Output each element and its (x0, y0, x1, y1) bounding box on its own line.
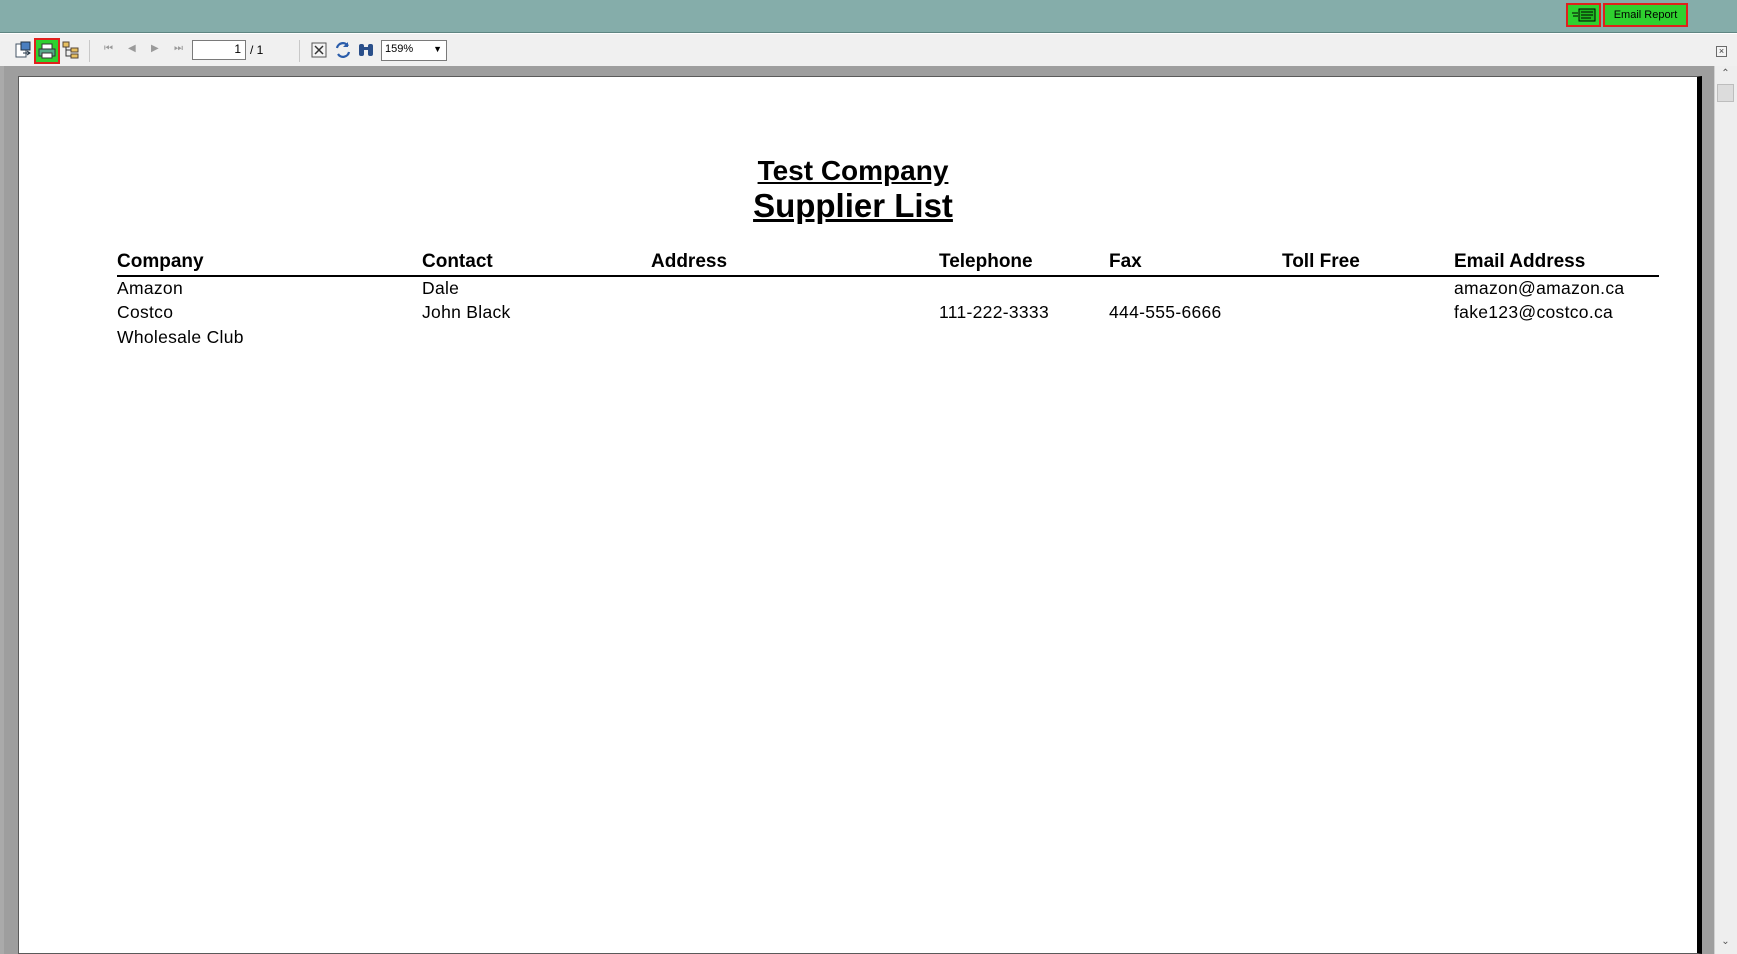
close-view-icon[interactable] (309, 40, 329, 60)
cell-fax: 444-555-6666 (1109, 302, 1222, 322)
column-header-email: Email Address (1454, 251, 1586, 272)
vertical-scrollbar[interactable]: ⌃ ⌄ (1714, 66, 1737, 954)
print-icon[interactable] (34, 38, 60, 64)
search-text-icon[interactable] (356, 40, 376, 60)
cell-contact: John Black (422, 302, 511, 322)
column-header-company: Company (117, 251, 204, 272)
cell-email: amazon@amazon.ca (1454, 278, 1625, 298)
toolbar-separator (299, 40, 300, 62)
previous-page-icon[interactable]: ◀ (128, 43, 136, 54)
email-report-button[interactable]: Email Report (1603, 3, 1688, 27)
report-title: Supplier List (753, 187, 953, 224)
top-banner: Email Report (0, 0, 1737, 33)
zoom-value: 159% (385, 43, 414, 55)
zoom-select[interactable]: 159% ▼ (381, 40, 447, 61)
viewer-background: Test Company Supplier List Company Conta… (4, 66, 1714, 954)
page-total-label: / 1 (250, 43, 264, 57)
scroll-up-icon[interactable]: ⌃ (1717, 68, 1734, 84)
first-page-icon[interactable]: ⏮ (104, 43, 113, 54)
scroll-thumb[interactable] (1717, 84, 1734, 102)
scroll-down-icon[interactable]: ⌄ (1717, 936, 1734, 952)
refresh-icon[interactable] (333, 40, 353, 60)
group-tree-icon[interactable] (61, 40, 81, 60)
cell-company: Costco (117, 302, 174, 322)
header-rule (117, 275, 1659, 277)
email-send-icon[interactable] (1566, 3, 1601, 27)
export-icon[interactable] (13, 40, 33, 60)
toolbar-separator (89, 40, 90, 62)
cell-telephone: 111-222-3333 (939, 302, 1049, 322)
close-panel-icon[interactable]: × (1716, 46, 1727, 57)
cell-email: fake123@costco.ca (1454, 302, 1614, 322)
column-header-toll-free: Toll Free (1282, 251, 1360, 272)
report-viewer: Test Company Supplier List Company Conta… (0, 66, 1737, 954)
column-header-telephone: Telephone (939, 251, 1033, 272)
cell-company: Amazon (117, 278, 183, 298)
column-header-fax: Fax (1109, 251, 1142, 272)
company-title: Test Company (757, 155, 949, 186)
report-page: Test Company Supplier List Company Conta… (18, 76, 1702, 954)
email-send-icon-graphic (1571, 8, 1595, 22)
last-page-icon[interactable]: ⏭ (174, 43, 183, 54)
column-header-address: Address (651, 251, 728, 272)
column-header-contact: Contact (422, 251, 493, 272)
cell-contact: Dale (422, 278, 460, 298)
cell-company: Wholesale Club (117, 327, 244, 347)
next-page-icon[interactable]: ▶ (151, 43, 159, 54)
page-number-input[interactable]: 1 (192, 40, 246, 60)
chevron-down-icon: ▼ (433, 44, 442, 54)
